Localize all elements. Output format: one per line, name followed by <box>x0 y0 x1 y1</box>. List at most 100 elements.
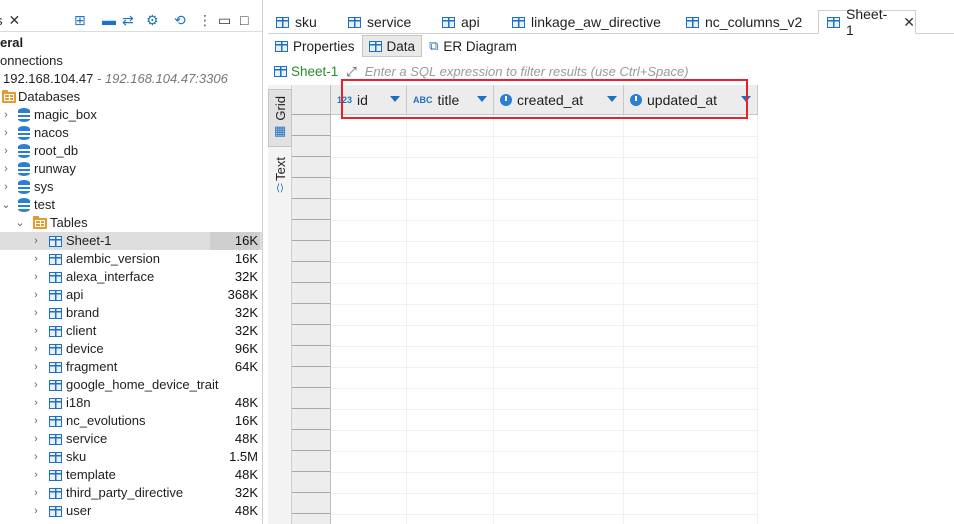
table-icon <box>348 16 361 28</box>
table-node[interactable]: › alexa_interface 32K <box>0 268 262 286</box>
chevron-right-icon[interactable]: › <box>1 160 11 178</box>
chevron-down-icon[interactable]: ⌄ <box>15 214 25 232</box>
chevron-right-icon[interactable]: › <box>31 286 41 304</box>
editor-tab[interactable]: linkage_aw_directive <box>504 10 678 34</box>
database-node[interactable]: › runway <box>0 160 262 178</box>
column-header[interactable]: ABC title <box>407 85 494 115</box>
column-header[interactable]: created_at <box>494 85 624 115</box>
chevron-right-icon[interactable]: › <box>31 466 41 484</box>
database-node[interactable]: › root_db <box>0 142 262 160</box>
chevron-right-icon[interactable]: › <box>31 376 41 394</box>
databases-node[interactable]: Databases <box>0 88 262 106</box>
filter-input[interactable]: Enter a SQL expression to filter results… <box>365 64 689 79</box>
expand-icon[interactable]: ⤢ <box>346 64 356 80</box>
connection-node[interactable]: 192.168.104.47 - 192.168.104.47:3306 <box>0 70 262 88</box>
sort-arrow-icon[interactable] <box>741 96 751 102</box>
table-icon <box>49 362 62 373</box>
sort-arrow-icon[interactable] <box>607 96 617 102</box>
chevron-down-icon[interactable]: ⌄ <box>1 196 11 214</box>
table-size: 32K <box>234 305 258 320</box>
chevron-right-icon[interactable]: › <box>31 412 41 430</box>
table-node[interactable]: › fragment 64K <box>0 358 262 376</box>
editor-tab[interactable]: Sheet-1 ✕ <box>818 6 916 38</box>
chevron-right-icon[interactable]: › <box>31 304 41 322</box>
column-header[interactable]: updated_at <box>624 85 758 115</box>
table-node[interactable]: › user 48K <box>0 502 262 520</box>
chevron-right-icon[interactable]: › <box>1 142 11 160</box>
table-node[interactable]: › i18n 48K <box>0 394 262 412</box>
table-icon <box>49 254 62 265</box>
navigator-tab[interactable]: s ✕ <box>0 10 20 30</box>
more-menu-icon[interactable]: ⋮ <box>198 12 212 28</box>
table-node[interactable]: › template 48K <box>0 466 262 484</box>
table-node[interactable]: › service 48K <box>0 430 262 448</box>
chevron-right-icon[interactable]: › <box>31 430 41 448</box>
editor-tab[interactable]: sku <box>268 10 340 34</box>
chevron-right-icon[interactable]: › <box>1 178 11 196</box>
tab-text[interactable]: Text ⟨⟩ <box>268 157 292 209</box>
table-name: brand <box>66 305 100 320</box>
table-node[interactable]: › alembic_version 16K <box>0 250 262 268</box>
tab-data[interactable]: Data <box>361 35 423 57</box>
table-node[interactable]: › google_home_device_trait <box>0 376 262 394</box>
table-node[interactable]: › sku 1.5M <box>0 448 262 466</box>
sort-arrow-icon[interactable] <box>390 96 400 102</box>
results-grid[interactable]: 123 id ABC title created_at updated_at <box>292 85 954 524</box>
filter-table-name[interactable]: Sheet-1 <box>291 64 338 79</box>
chevron-right-icon[interactable]: › <box>31 268 41 286</box>
database-icon <box>18 108 30 122</box>
chevron-right-icon[interactable]: › <box>1 124 11 142</box>
maximize-icon[interactable]: □ <box>240 12 248 28</box>
chevron-right-icon[interactable]: › <box>31 502 41 520</box>
table-node[interactable]: › device 96K <box>0 340 262 358</box>
table-node[interactable]: › api 368K <box>0 286 262 304</box>
chevron-right-icon[interactable]: › <box>1 106 11 124</box>
gear-icon[interactable]: ⚙ <box>146 12 159 28</box>
new-connection-icon[interactable]: ⊞ <box>74 12 86 28</box>
tab-grid[interactable]: Grid ▦ <box>268 89 292 147</box>
database-name: runway <box>34 161 76 176</box>
table-node[interactable]: › nc_evolutions 16K <box>0 412 262 430</box>
link-editor-icon[interactable]: ⇄ <box>122 12 134 28</box>
grid-body[interactable] <box>331 115 954 524</box>
sort-arrow-icon[interactable] <box>477 96 487 102</box>
editor-tab[interactable]: service <box>340 10 434 34</box>
close-icon[interactable]: ✕ <box>9 12 21 29</box>
chevron-right-icon[interactable]: › <box>31 232 41 250</box>
table-node[interactable]: › client 32K <box>0 322 262 340</box>
minimize-icon[interactable]: ▭ <box>218 12 231 28</box>
chevron-right-icon[interactable]: › <box>31 358 41 376</box>
table-name: Sheet-1 <box>66 233 112 248</box>
collapse-icon[interactable]: ▬ <box>102 12 116 28</box>
table-node[interactable]: › Sheet-1 16K <box>0 232 262 250</box>
chevron-right-icon[interactable]: › <box>31 340 41 358</box>
database-node[interactable]: › sys <box>0 178 262 196</box>
table-node[interactable]: › brand 32K <box>0 304 262 322</box>
database-node[interactable]: › magic_box <box>0 106 262 124</box>
filter-icon[interactable]: ⟲ <box>174 12 186 28</box>
chevron-right-icon[interactable]: › <box>31 448 41 466</box>
editor-tab[interactable]: api <box>434 10 504 34</box>
chevron-right-icon[interactable]: › <box>31 250 41 268</box>
chevron-right-icon[interactable]: › <box>31 394 41 412</box>
tab-properties[interactable]: Properties <box>268 35 362 57</box>
chevron-right-icon[interactable]: › <box>31 322 41 340</box>
chevron-right-icon[interactable]: › <box>31 484 41 502</box>
tables-node[interactable]: ⌄ Tables <box>0 214 262 232</box>
connection-detail: - 192.168.104.47:3306 <box>97 71 228 86</box>
database-tree: eral onnections 192.168.104.47 - 192.168… <box>0 34 262 520</box>
editor-tab[interactable]: nc_columns_v2 <box>678 10 818 34</box>
table-node[interactable]: › third_party_directive 32K <box>0 484 262 502</box>
table-icon <box>49 344 62 355</box>
numeric-type-icon: 123 <box>337 95 353 105</box>
database-node-test[interactable]: ⌄ test <box>0 196 262 214</box>
connections-node[interactable]: onnections <box>0 52 262 70</box>
database-node[interactable]: › nacos <box>0 124 262 142</box>
column-header[interactable]: 123 id <box>331 85 407 115</box>
column-name: id <box>357 92 368 108</box>
tab-er-diagram[interactable]: ⧉ ER Diagram <box>422 35 524 57</box>
editor-sub-tabs: Properties Data ⧉ ER Diagram <box>268 35 524 59</box>
table-size: 48K <box>234 503 258 518</box>
close-icon[interactable]: ✕ <box>903 14 915 31</box>
text-type-icon: ABC <box>413 95 433 105</box>
